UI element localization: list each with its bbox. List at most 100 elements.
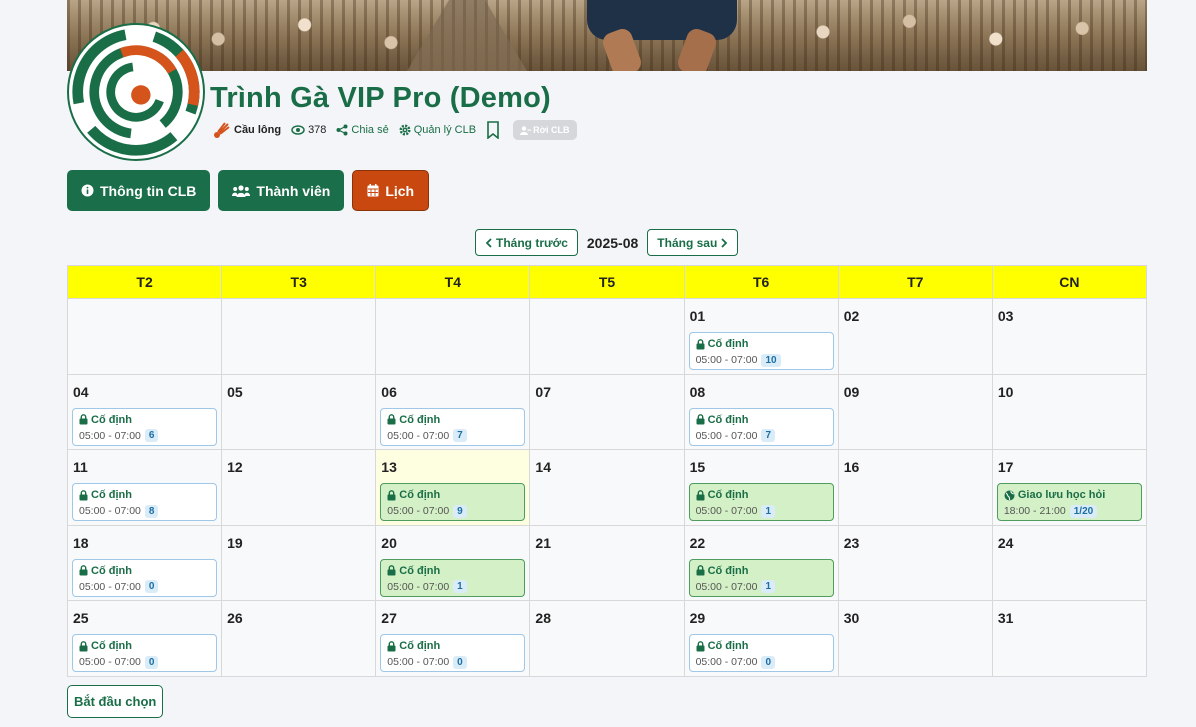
day-number: 05 [227, 383, 243, 400]
day-number: 31 [997, 610, 1014, 627]
view-count-value: 378 [308, 124, 327, 136]
calendar-day-cell[interactable]: 22 Cố định 05:00 - 07:00 1 [683, 524, 839, 602]
club-title: Trình Gà VIP Pro (Demo) [210, 82, 551, 114]
tab-members[interactable]: Thành viên [218, 170, 345, 211]
event-time: 05:00 - 07:00 [387, 429, 450, 442]
lock-icon [387, 565, 396, 576]
calendar-day-cell[interactable]: 25 Cố định 05:00 - 07:00 0 [66, 600, 223, 677]
manage-label: Quản lý CLB [413, 124, 477, 136]
lock-icon [79, 640, 88, 652]
session-event[interactable]: Cố định 05:00 - 07:00 1 [688, 483, 834, 522]
session-event[interactable]: Cố định 05:00 - 07:00 0 [72, 558, 218, 597]
chevron-left-icon [485, 237, 492, 248]
session-event[interactable]: Cố định 05:00 - 07:00 6 [72, 407, 218, 446]
bookmark-icon [487, 121, 499, 139]
calendar-day-cell[interactable]: 06 Cố định 05:00 - 07:00 7 [375, 373, 531, 451]
calendar-day-cell[interactable]: 10 [991, 373, 1148, 451]
session-event[interactable]: Giao lưu học hỏi 18:00 - 21:00 1/20 [996, 483, 1142, 522]
event-time-row: 05:00 - 07:00 7 [387, 428, 518, 444]
calendar-day-cell[interactable]: 12 [221, 449, 377, 526]
calendar-day-cell[interactable]: 03 [991, 298, 1148, 375]
event-time: 05:00 - 07:00 [695, 580, 758, 593]
weekday-header-row: T2 T3 T4 T5 T6 T7 CN [66, 265, 1148, 299]
event-time: 05:00 - 07:00 [387, 580, 450, 593]
view-count: 378 [291, 124, 326, 136]
event-time-row: 05:00 - 07:00 0 [696, 654, 827, 670]
session-event[interactable]: Cố định 05:00 - 07:00 1 [688, 558, 834, 597]
calendar-day-cell[interactable]: 13 Cố định 05:00 - 07:00 9 [375, 449, 531, 526]
event-title: Cố định [91, 640, 132, 653]
month-calendar: T2 T3 T4 T5 T6 T7 CN 01 Cố định 05:00 - 07… [66, 265, 1148, 677]
event-title-row: Cố định [387, 638, 518, 654]
session-event[interactable]: Cố định 05:00 - 07:00 7 [688, 407, 834, 446]
calendar-day-cell[interactable]: 01 Cố định 05:00 - 07:00 10 [683, 298, 839, 375]
next-month-button[interactable]: Tháng sau [647, 229, 739, 256]
calendar-day-cell[interactable]: 24 [991, 524, 1148, 602]
start-select-button[interactable]: Bắt đầu chọn [67, 685, 164, 718]
lock-icon [79, 414, 88, 425]
event-title-row: Cố định [387, 412, 518, 428]
shuttlecock-icon [214, 122, 230, 138]
session-event[interactable]: Cố định 05:00 - 07:00 1 [380, 558, 526, 597]
weekday-header: T7 [837, 265, 993, 299]
bookmark-button[interactable] [486, 121, 503, 139]
session-event[interactable]: Cố định 05:00 - 07:00 0 [380, 634, 526, 673]
event-time-row: 05:00 - 07:00 0 [387, 654, 518, 670]
participant-count-badge: 0 [453, 655, 467, 669]
calendar-day-cell[interactable]: 31 [991, 600, 1148, 677]
calendar-day-cell[interactable]: 07 [529, 373, 685, 451]
user-minus-icon [520, 125, 532, 135]
day-number: 26 [227, 610, 243, 627]
calendar-day-cell[interactable]: 02 [837, 298, 993, 375]
manage-club-link[interactable]: Quản lý CLB [399, 124, 476, 136]
session-event[interactable]: Cố định 05:00 - 07:00 8 [72, 483, 218, 522]
calendar-day-cell[interactable]: 09 [837, 373, 993, 451]
prev-month-button[interactable]: Tháng trước [475, 229, 578, 256]
calendar-day-cell[interactable]: 29 Cố định 05:00 - 07:00 0 [683, 600, 839, 677]
calendar-day-cell[interactable]: 27 Cố định 05:00 - 07:00 0 [375, 600, 531, 677]
calendar-day-cell[interactable]: 16 [837, 449, 993, 526]
event-title-row: Cố định [79, 412, 210, 428]
calendar-day-cell[interactable]: 26 [221, 600, 377, 677]
calendar-day-cell[interactable]: 08 Cố định 05:00 - 07:00 7 [683, 373, 839, 451]
calendar-day-cell[interactable]: 05 [221, 373, 377, 451]
event-title: Cố định [399, 413, 441, 426]
calendar-day-cell[interactable]: 15 Cố định 05:00 - 07:00 1 [683, 449, 839, 526]
day-number: 16 [843, 459, 860, 476]
calendar-day-cell[interactable]: 28 [529, 600, 685, 677]
session-event[interactable]: Cố định 05:00 - 07:00 7 [380, 407, 526, 446]
leave-club-button[interactable]: Rời CLB [513, 120, 577, 140]
calendar-day-cell[interactable]: 21 [529, 524, 685, 602]
day-number: 20 [381, 534, 397, 551]
share-link[interactable]: Chia sẻ [336, 124, 389, 136]
calendar-day-cell[interactable]: 19 [221, 524, 377, 602]
calendar-empty-cell [529, 298, 685, 375]
session-event[interactable]: Cố định 05:00 - 07:00 0 [688, 634, 834, 673]
tab-club-info[interactable]: Thông tin CLB [67, 170, 211, 211]
event-title-row: Cố định [79, 487, 210, 503]
session-event[interactable]: Cố định 05:00 - 07:00 9 [380, 483, 526, 522]
calendar-day-cell[interactable]: 17 Giao lưu học hỏi 18:00 - 21:00 1/20 [991, 449, 1148, 526]
lock-icon [696, 338, 705, 349]
day-number: 04 [73, 383, 89, 400]
calendar-day-cell[interactable]: 23 [837, 524, 993, 602]
event-time-row: 05:00 - 07:00 8 [79, 503, 210, 519]
session-event[interactable]: Cố định 05:00 - 07:00 0 [72, 634, 218, 673]
cover-banner [67, 0, 1147, 71]
lock-icon [696, 414, 705, 425]
calendar-body: 01 Cố định 05:00 - 07:00 10 02 03 04 Cố định 05:… [66, 298, 1148, 677]
leave-label: Rời CLB [533, 125, 570, 135]
calendar-day-cell[interactable]: 14 [529, 449, 685, 526]
prev-month-label: Tháng trước [496, 235, 568, 250]
lock-icon [79, 565, 88, 576]
calendar-day-cell[interactable]: 18 Cố định 05:00 - 07:00 0 [66, 524, 223, 602]
calendar-day-cell[interactable]: 20 Cố định 05:00 - 07:00 1 [375, 524, 531, 602]
tab-schedule[interactable]: Lịch [352, 170, 430, 211]
day-number: 01 [689, 308, 706, 324]
day-number: 30 [843, 610, 860, 627]
session-event[interactable]: Cố định 05:00 - 07:00 10 [688, 332, 834, 370]
calendar-day-cell[interactable]: 30 [837, 600, 993, 677]
day-number: 21 [535, 534, 551, 551]
calendar-day-cell[interactable]: 11 Cố định 05:00 - 07:00 8 [66, 449, 223, 526]
calendar-day-cell[interactable]: 04 Cố định 05:00 - 07:00 6 [66, 373, 223, 451]
